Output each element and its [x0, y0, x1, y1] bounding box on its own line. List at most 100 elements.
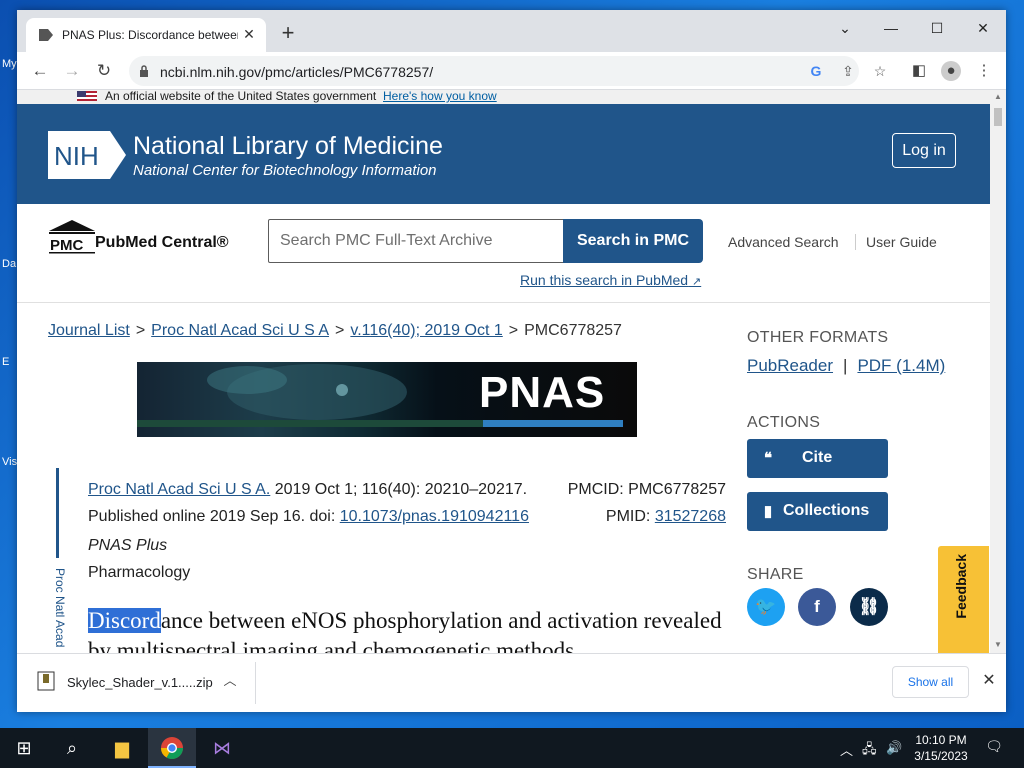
pmid: PMID: 31527268 [606, 508, 726, 526]
file-explorer-icon[interactable]: ▆ [98, 728, 146, 768]
scroll-down-icon[interactable]: ▼ [993, 640, 1003, 649]
show-all-button[interactable]: Show all [892, 666, 969, 698]
nlm-header: NIH National Library of Medicine Nationa… [17, 104, 990, 204]
browser-tab[interactable]: PNAS Plus: Discordance between eNOS phos… [26, 18, 266, 52]
download-separator [255, 662, 256, 704]
bookmark-star-icon[interactable]: ☆ [871, 62, 889, 80]
title-text: ance between eNOS phosphorylation and ac… [88, 608, 722, 653]
reload-button[interactable]: ↻ [93, 60, 115, 82]
breadcrumb: Journal List > Proc Natl Acad Sci U S A > v.… [48, 322, 622, 340]
tab-strip: PNAS Plus: Discordance between eNOS phos… [17, 10, 1006, 52]
vertical-journal-label: Proc Natl Acad [53, 568, 67, 648]
published-text: Published online 2019 Sep 16. doi: [88, 508, 340, 525]
lock-icon [140, 65, 148, 77]
breadcrumb-separator: > [135, 322, 146, 339]
google-icon[interactable]: G [807, 62, 825, 80]
url-text[interactable]: ncbi.nlm.nih.gov/pmc/articles/PMC6778257… [160, 64, 433, 80]
pmc-search-bar: PMC PubMed Central® Search in PMC Advanc… [17, 204, 990, 303]
tab-title: PNAS Plus: Discordance between eNOS phos… [62, 28, 238, 42]
forward-button[interactable]: → [61, 60, 83, 82]
nih-logo-icon[interactable]: NIH [48, 131, 126, 179]
tab-search-icon[interactable]: ⌄ [830, 16, 860, 40]
scroll-up-icon[interactable]: ▲ [993, 92, 1003, 101]
volume-icon[interactable]: 🔊 [886, 740, 902, 756]
share-icon[interactable]: ⇪ [839, 62, 857, 80]
desktop-icon-label[interactable]: My [2, 58, 17, 70]
twitter-icon[interactable]: 🐦 [747, 588, 785, 626]
chevron-up-icon[interactable]: ︿ [221, 671, 239, 691]
pmc-name[interactable]: PubMed Central® [95, 234, 229, 252]
close-download-bar-icon[interactable]: ✕ [979, 671, 999, 691]
chrome-icon[interactable] [148, 728, 196, 768]
system-clock[interactable]: 10:10 PM 3/15/2023 [906, 732, 976, 764]
notification-icon[interactable]: 🗨 [984, 738, 1004, 758]
login-button[interactable]: Log in [892, 133, 956, 168]
profile-avatar-icon[interactable]: ● [941, 61, 961, 81]
breadcrumb-volume[interactable]: v.116(40); 2019 Oct 1 [350, 322, 502, 339]
download-filename[interactable]: Skylec_Shader_v.1.....zip [67, 675, 213, 690]
doi-link[interactable]: 10.1073/pnas.1910942116 [340, 508, 529, 525]
gov-banner: An official website of the United States… [17, 90, 990, 104]
copy-link-icon[interactable]: ⛓ [850, 588, 888, 626]
scroll-thumb[interactable] [994, 108, 1002, 126]
banner-accent-bar [483, 420, 623, 427]
user-guide-link[interactable]: User Guide [866, 234, 937, 250]
network-icon[interactable]: 🖧 [862, 740, 877, 762]
breadcrumb-journal-list[interactable]: Journal List [48, 322, 130, 339]
citation-journal-link[interactable]: Proc Natl Acad Sci U S A. [88, 481, 270, 498]
run-in-pubmed-label: Run this search in PubMed [520, 272, 689, 288]
taskbar: ⊞ ⌕ ▆ ⋈ ︿ 🖧 🔊 10:10 PM 3/15/2023 🗨 [0, 728, 1024, 768]
feedback-tab[interactable]: Feedback [938, 546, 989, 653]
visual-studio-icon[interactable]: ⋈ [198, 728, 246, 768]
side-panel-icon[interactable]: ◧ [909, 61, 929, 81]
pnas-journal-banner[interactable]: PNAS [137, 362, 637, 437]
gov-banner-text: An official website of the United States… [105, 90, 377, 103]
new-tab-button[interactable]: + [278, 22, 298, 44]
breadcrumb-separator: > [335, 322, 345, 339]
pmc-logo-text: PMC [50, 237, 84, 254]
pmc-search-input[interactable] [268, 219, 564, 263]
facebook-icon[interactable]: f [798, 588, 836, 626]
pmcid: PMCID: PMC6778257 [567, 481, 726, 498]
quote-icon: ❝ [763, 450, 773, 467]
close-window-button[interactable]: ✕ [968, 16, 998, 40]
chevron-up-tray-icon[interactable]: ︿ [840, 740, 853, 759]
desktop-icon-label[interactable]: Da [2, 258, 16, 270]
pubreader-link[interactable]: PubReader [747, 356, 833, 375]
page-scrollbar[interactable]: ▲ ▼ [990, 90, 1006, 653]
advanced-search-link[interactable]: Advanced Search [728, 234, 839, 250]
us-flag-icon [77, 91, 97, 101]
published-line: Published online 2019 Sep 16. doi: 10.10… [88, 508, 529, 526]
minimize-button[interactable]: — [876, 16, 906, 40]
address-bar[interactable]: ncbi.nlm.nih.gov/pmc/articles/PMC6778257… [129, 56, 886, 86]
pmc-logo-icon[interactable]: PMC [47, 218, 97, 254]
windows-start-icon[interactable]: ⊞ [0, 728, 48, 768]
tab-close-icon[interactable]: ✕ [240, 25, 258, 43]
other-formats-heading: OTHER FORMATS [747, 329, 889, 346]
desktop-icon-label[interactable]: Vis [2, 456, 17, 468]
banner-stripe [137, 420, 483, 427]
gov-banner-link[interactable]: Here's how you know [383, 90, 497, 103]
nlm-title[interactable]: National Library of Medicine [133, 132, 443, 161]
desktop-icon-label[interactable]: E [2, 356, 9, 368]
citation-details: 2019 Oct 1; 116(40): 20210–20217. [270, 481, 528, 498]
citation-rule [56, 468, 59, 558]
search-icon[interactable]: ⌕ [48, 728, 96, 768]
pdf-link[interactable]: PDF (1.4M) [857, 356, 945, 375]
chrome-logo [161, 737, 183, 759]
collections-button[interactable]: ▮ Collections [747, 492, 888, 531]
menu-kebab-icon[interactable]: ⋮ [974, 61, 994, 81]
actions-heading: ACTIONS [747, 414, 821, 431]
cite-label: Cite [802, 449, 833, 466]
pmid-link[interactable]: 31527268 [655, 508, 726, 525]
zip-file-icon [37, 671, 55, 691]
back-button[interactable]: ← [29, 60, 51, 82]
cite-button[interactable]: ❝ Cite [747, 439, 888, 478]
search-pmc-button[interactable]: Search in PMC [563, 219, 703, 263]
cell-image-decoration [207, 364, 407, 420]
breadcrumb-journal[interactable]: Proc Natl Acad Sci U S A [151, 322, 329, 339]
run-in-pubmed-link[interactable]: Run this search in PubMed ↗ [520, 272, 701, 288]
format-links: PubReader | PDF (1.4M) [747, 356, 945, 376]
maximize-button[interactable]: ☐ [922, 16, 952, 40]
format-divider: | [843, 356, 848, 375]
